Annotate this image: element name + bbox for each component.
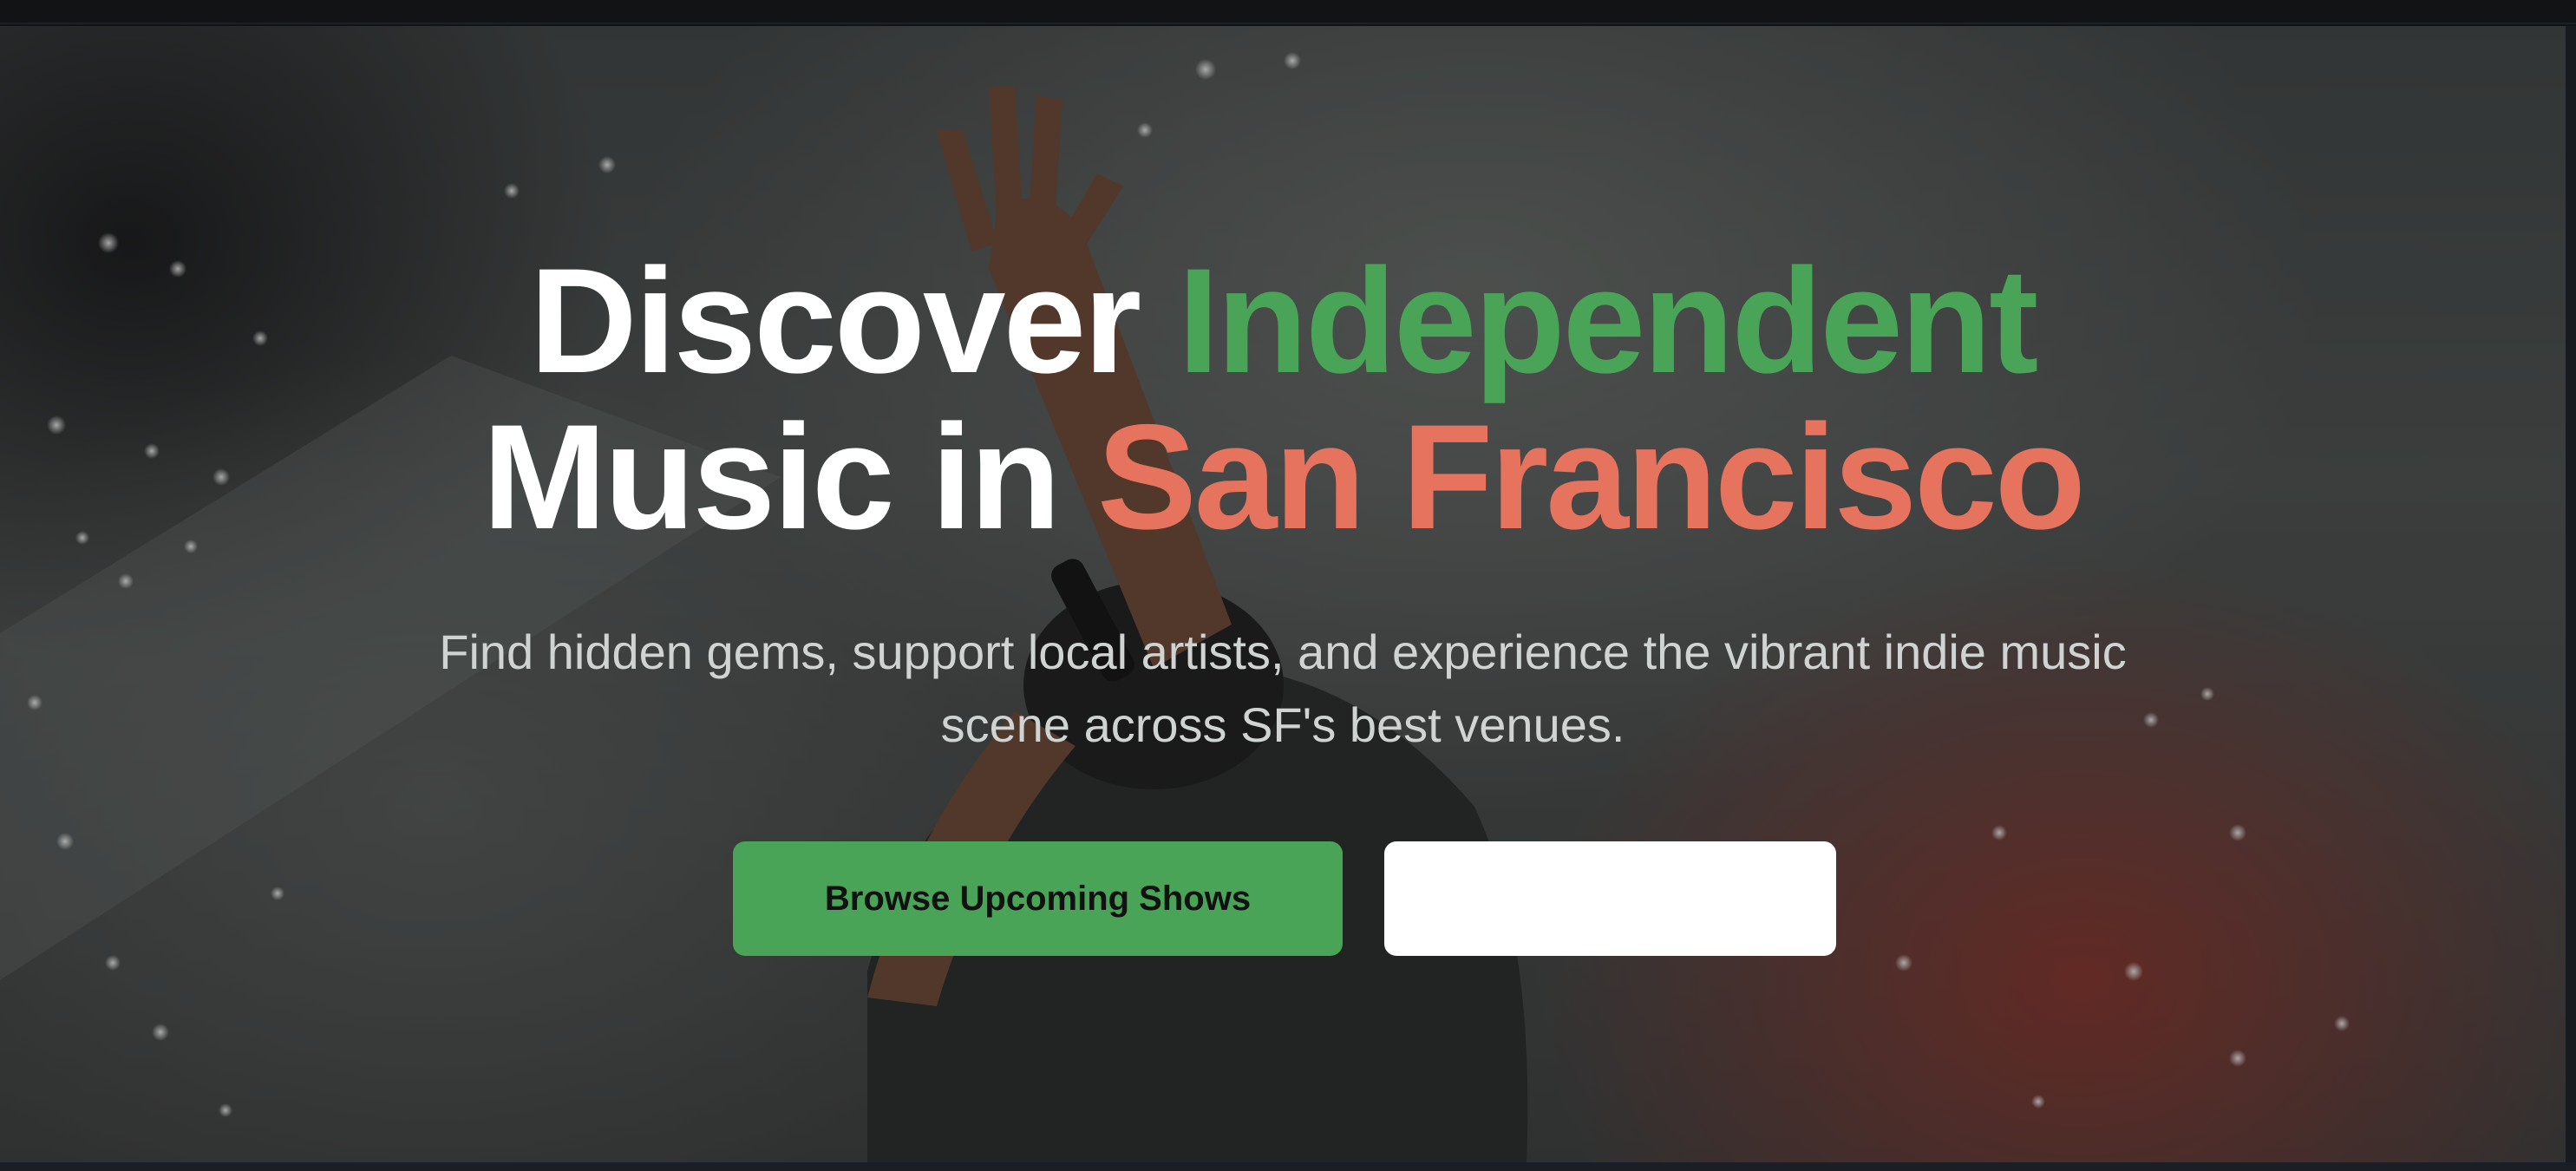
top-bar xyxy=(0,0,2576,24)
headline-text-music-in: Music in xyxy=(482,394,1098,560)
headline-highlight-independent: Independent xyxy=(1177,238,2038,404)
hero-overlay xyxy=(0,26,2566,1162)
headline-text-discover: Discover xyxy=(529,238,1178,404)
headline-highlight-san-francisco: San Francisco xyxy=(1097,394,2086,560)
hero-subtitle: Find hidden gems, support local artists,… xyxy=(439,625,2127,752)
scrollbar[interactable] xyxy=(2566,26,2576,1171)
browse-upcoming-shows-button[interactable]: Browse Upcoming Shows xyxy=(733,841,1343,956)
hero-section: Discover Independent Music in San Franci… xyxy=(0,26,2566,1162)
hero-headline: Discover Independent Music in San Franci… xyxy=(0,243,2566,555)
secondary-cta-button[interactable] xyxy=(1384,841,1836,956)
bottom-edge xyxy=(0,1162,2576,1171)
